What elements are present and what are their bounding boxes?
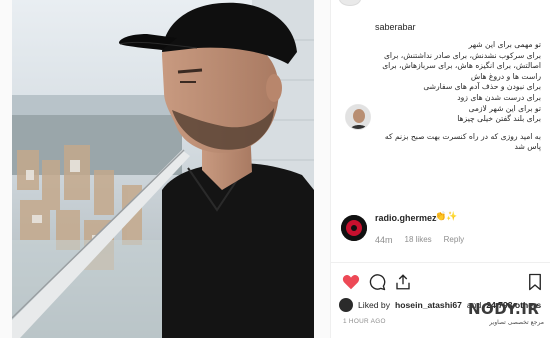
post-side-panel: saberabar تو مهمی برای این شهر برای سرکو… (330, 0, 550, 338)
caption-line: برای بلند گفتن خیلی چیزها (457, 114, 541, 124)
comment-meta: 44m 18 likes Reply (375, 235, 464, 245)
site-watermark: NODY.IR مرجع تخصصی تصاویر (462, 300, 546, 334)
action-bar (339, 272, 545, 294)
caption-username[interactable]: saberabar (375, 22, 416, 32)
caption-line: برای سرکوب نشدنش، برای صادر نداشتنش، برا… (383, 50, 541, 60)
liker-username[interactable]: hosein_atashi67 (395, 300, 462, 310)
caption-line: اصالتش، برای انگیزه هاش، برای سربازهاش، … (382, 61, 541, 71)
comment-emoji: 👏✨ (435, 211, 458, 221)
bookmark-icon[interactable] (525, 272, 545, 292)
post-photo[interactable] (12, 0, 314, 338)
caption-line: راست ها و دروغ هاش (470, 71, 541, 81)
header-avatar[interactable] (339, 0, 361, 6)
watermark-brand: NODY.IR (468, 300, 540, 318)
post-timestamp: 1 HOUR AGO (343, 318, 386, 325)
caption-line: پاس شد (514, 142, 541, 152)
reply-button[interactable]: Reply (444, 235, 464, 245)
instagram-post-frame: saberabar تو مهمی برای این شهر برای سرکو… (0, 0, 550, 338)
caption-line: تو مهمی برای این شهر (468, 40, 541, 49)
liker-avatar[interactable] (339, 298, 353, 312)
share-icon[interactable] (393, 272, 413, 292)
comment-icon[interactable] (367, 272, 387, 292)
watermark-subtitle: مرجع تخصصی تصاویر (489, 319, 544, 326)
caption-line: برای نبودن و حذف آدم های سفارشی (423, 82, 541, 92)
caption-line: به امید روزی که در راه کنسرت بهت صبح بزن… (384, 131, 541, 141)
post-caption: تو مهمی برای این شهر برای سرکوب نشدنش، ب… (341, 40, 541, 153)
section-divider (331, 262, 550, 263)
likes-prefix: Liked by (358, 300, 391, 310)
comment-likes[interactable]: 18 likes (405, 235, 432, 245)
heart-icon[interactable] (341, 272, 361, 292)
comment-username[interactable]: radio.ghermez (375, 213, 437, 223)
caption-line: تو برای این شهر لازمی (468, 103, 541, 113)
caption-avatar[interactable] (345, 104, 371, 130)
comment-avatar[interactable] (341, 215, 367, 241)
caption-line: برای درست شدن های زود (457, 92, 541, 102)
comment-age[interactable]: 44m (375, 235, 393, 245)
